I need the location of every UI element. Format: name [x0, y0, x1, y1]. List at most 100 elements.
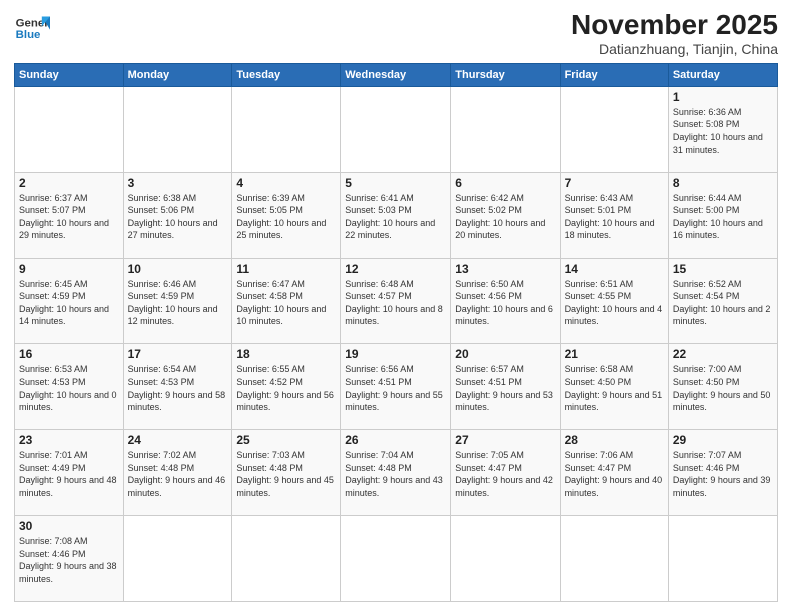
day-cell: 27 Sunrise: 7:05 AM Sunset: 4:47 PM Dayli… [451, 430, 560, 516]
day-info: Sunrise: 6:39 AM Sunset: 5:05 PM Dayligh… [236, 192, 336, 242]
day-info: Sunrise: 7:00 AM Sunset: 4:50 PM Dayligh… [673, 363, 773, 413]
col-sunday: Sunday [15, 63, 124, 86]
day-cell: 17 Sunrise: 6:54 AM Sunset: 4:53 PM Dayli… [123, 344, 232, 430]
day-info: Sunrise: 6:45 AM Sunset: 4:59 PM Dayligh… [19, 278, 119, 328]
day-cell: 9 Sunrise: 6:45 AM Sunset: 4:59 PM Daylig… [15, 258, 124, 344]
col-saturday: Saturday [668, 63, 777, 86]
day-cell: 12 Sunrise: 6:48 AM Sunset: 4:57 PM Dayli… [341, 258, 451, 344]
day-cell: 1 Sunrise: 6:36 AM Sunset: 5:08 PM Daylig… [668, 86, 777, 172]
day-info: Sunrise: 6:37 AM Sunset: 5:07 PM Dayligh… [19, 192, 119, 242]
day-cell: 28Sunrise: 7:06 AM Sunset: 4:47 PM Dayli… [560, 430, 668, 516]
day-info: Sunrise: 6:51 AM Sunset: 4:55 PM Dayligh… [565, 278, 664, 328]
day-cell: 5Sunrise: 6:41 AM Sunset: 5:03 PM Daylig… [341, 172, 451, 258]
day-number: 26 [345, 433, 446, 447]
day-info: Sunrise: 7:05 AM Sunset: 4:47 PM Dayligh… [455, 449, 555, 499]
day-number: 13 [455, 262, 555, 276]
day-number: 14 [565, 262, 664, 276]
day-info: Sunrise: 6:54 AM Sunset: 4:53 PM Dayligh… [128, 363, 228, 413]
header-row: Sunday Monday Tuesday Wednesday Thursday… [15, 63, 778, 86]
month-title: November 2025 [571, 10, 778, 41]
day-cell [560, 86, 668, 172]
day-cell [15, 86, 124, 172]
day-number: 4 [236, 176, 336, 190]
day-number: 25 [236, 433, 336, 447]
week-row-1: 2 Sunrise: 6:37 AM Sunset: 5:07 PM Daylig… [15, 172, 778, 258]
day-info: Sunrise: 6:44 AM Sunset: 5:00 PM Dayligh… [673, 192, 773, 242]
day-number: 10 [128, 262, 228, 276]
day-cell: 4 Sunrise: 6:39 AM Sunset: 5:05 PM Daylig… [232, 172, 341, 258]
day-info: Sunrise: 6:55 AM Sunset: 4:52 PM Dayligh… [236, 363, 336, 413]
day-number: 7 [565, 176, 664, 190]
day-cell: 3 Sunrise: 6:38 AM Sunset: 5:06 PM Daylig… [123, 172, 232, 258]
day-info: Sunrise: 6:43 AM Sunset: 5:01 PM Dayligh… [565, 192, 664, 242]
day-cell: 2 Sunrise: 6:37 AM Sunset: 5:07 PM Daylig… [15, 172, 124, 258]
week-row-5: 30 Sunrise: 7:08 AM Sunset: 4:46 PM Dayli… [15, 516, 778, 602]
day-cell: 20 Sunrise: 6:57 AM Sunset: 4:51 PM Dayli… [451, 344, 560, 430]
day-cell: 8 Sunrise: 6:44 AM Sunset: 5:00 PM Daylig… [668, 172, 777, 258]
day-info: Sunrise: 7:01 AM Sunset: 4:49 PM Dayligh… [19, 449, 119, 499]
calendar-table: Sunday Monday Tuesday Wednesday Thursday… [14, 63, 778, 602]
day-number: 3 [128, 176, 228, 190]
location-subtitle: Datianzhuang, Tianjin, China [571, 41, 778, 57]
day-cell: 23 Sunrise: 7:01 AM Sunset: 4:49 PM Dayli… [15, 430, 124, 516]
day-info: Sunrise: 6:36 AM Sunset: 5:08 PM Dayligh… [673, 106, 773, 156]
day-info: Sunrise: 7:08 AM Sunset: 4:46 PM Dayligh… [19, 535, 119, 585]
day-cell: 24Sunrise: 7:02 AM Sunset: 4:48 PM Dayli… [123, 430, 232, 516]
day-number: 8 [673, 176, 773, 190]
day-number: 12 [345, 262, 446, 276]
day-cell [341, 86, 451, 172]
day-number: 23 [19, 433, 119, 447]
week-row-3: 16Sunrise: 6:53 AM Sunset: 4:53 PM Dayli… [15, 344, 778, 430]
day-cell [232, 516, 341, 602]
day-info: Sunrise: 6:48 AM Sunset: 4:57 PM Dayligh… [345, 278, 446, 328]
day-number: 6 [455, 176, 555, 190]
day-cell: 16Sunrise: 6:53 AM Sunset: 4:53 PM Dayli… [15, 344, 124, 430]
day-number: 22 [673, 347, 773, 361]
day-cell: 10 Sunrise: 6:46 AM Sunset: 4:59 PM Dayli… [123, 258, 232, 344]
day-number: 2 [19, 176, 119, 190]
header: General Blue November 2025 Datianzhuang,… [14, 10, 778, 57]
day-info: Sunrise: 6:50 AM Sunset: 4:56 PM Dayligh… [455, 278, 555, 328]
day-number: 30 [19, 519, 119, 533]
logo-icon: General Blue [14, 10, 50, 46]
day-cell: 18 Sunrise: 6:55 AM Sunset: 4:52 PM Dayli… [232, 344, 341, 430]
day-cell [668, 516, 777, 602]
col-thursday: Thursday [451, 63, 560, 86]
day-cell: 30 Sunrise: 7:08 AM Sunset: 4:46 PM Dayli… [15, 516, 124, 602]
day-number: 18 [236, 347, 336, 361]
day-info: Sunrise: 7:03 AM Sunset: 4:48 PM Dayligh… [236, 449, 336, 499]
day-cell: 22 Sunrise: 7:00 AM Sunset: 4:50 PM Dayli… [668, 344, 777, 430]
day-info: Sunrise: 6:52 AM Sunset: 4:54 PM Dayligh… [673, 278, 773, 328]
day-cell: 29 Sunrise: 7:07 AM Sunset: 4:46 PM Dayli… [668, 430, 777, 516]
day-number: 19 [345, 347, 446, 361]
day-cell [560, 516, 668, 602]
day-cell: 26 Sunrise: 7:04 AM Sunset: 4:48 PM Dayli… [341, 430, 451, 516]
day-number: 11 [236, 262, 336, 276]
day-cell: 7 Sunrise: 6:43 AM Sunset: 5:01 PM Daylig… [560, 172, 668, 258]
day-info: Sunrise: 7:07 AM Sunset: 4:46 PM Dayligh… [673, 449, 773, 499]
day-info: Sunrise: 6:57 AM Sunset: 4:51 PM Dayligh… [455, 363, 555, 413]
day-number: 17 [128, 347, 228, 361]
day-cell: 11Sunrise: 6:47 AM Sunset: 4:58 PM Dayli… [232, 258, 341, 344]
day-number: 5 [345, 176, 446, 190]
day-cell: 14 Sunrise: 6:51 AM Sunset: 4:55 PM Dayli… [560, 258, 668, 344]
day-number: 27 [455, 433, 555, 447]
day-number: 15 [673, 262, 773, 276]
day-cell: 19Sunrise: 6:56 AM Sunset: 4:51 PM Dayli… [341, 344, 451, 430]
day-number: 20 [455, 347, 555, 361]
day-info: Sunrise: 6:42 AM Sunset: 5:02 PM Dayligh… [455, 192, 555, 242]
day-info: Sunrise: 6:53 AM Sunset: 4:53 PM Dayligh… [19, 363, 119, 413]
day-number: 9 [19, 262, 119, 276]
day-info: Sunrise: 6:46 AM Sunset: 4:59 PM Dayligh… [128, 278, 228, 328]
day-info: Sunrise: 7:04 AM Sunset: 4:48 PM Dayligh… [345, 449, 446, 499]
day-number: 29 [673, 433, 773, 447]
week-row-0: 1 Sunrise: 6:36 AM Sunset: 5:08 PM Daylig… [15, 86, 778, 172]
week-row-4: 23 Sunrise: 7:01 AM Sunset: 4:49 PM Dayli… [15, 430, 778, 516]
day-cell: 13 Sunrise: 6:50 AM Sunset: 4:56 PM Dayli… [451, 258, 560, 344]
day-number: 24 [128, 433, 228, 447]
day-info: Sunrise: 6:38 AM Sunset: 5:06 PM Dayligh… [128, 192, 228, 242]
day-cell [123, 86, 232, 172]
day-cell [123, 516, 232, 602]
day-cell [451, 516, 560, 602]
day-number: 1 [673, 90, 773, 104]
